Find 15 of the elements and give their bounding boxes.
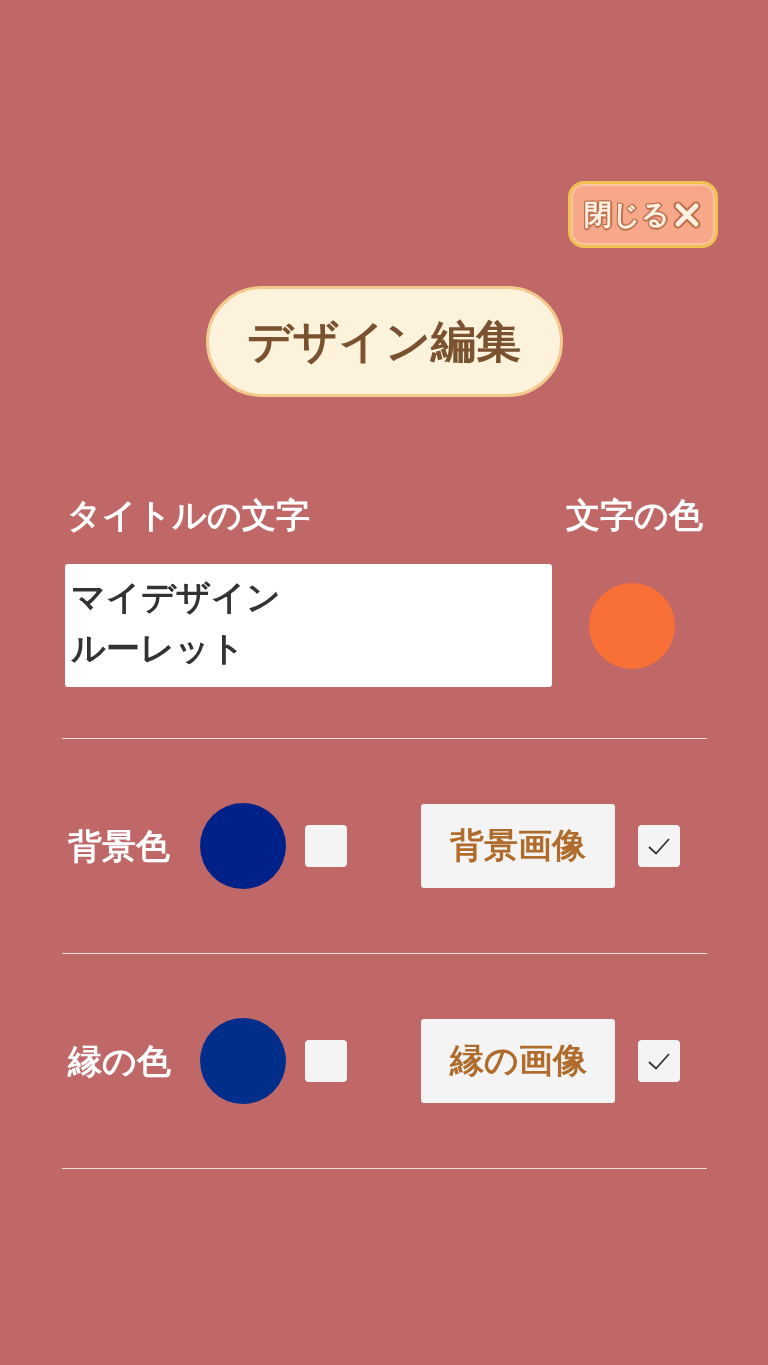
image-button[interactable]: 縁の画像: [421, 1019, 615, 1103]
image-button[interactable]: 背景画像: [421, 804, 615, 888]
checkbox[interactable]: [305, 1040, 347, 1082]
setting-label: 縁の色: [68, 1040, 172, 1082]
checkmark-icon: [648, 1052, 670, 1070]
checkmark-icon: [648, 837, 670, 855]
checkbox[interactable]: [638, 1040, 680, 1082]
field-label: タイトルの文字: [67, 495, 310, 536]
title-text-field[interactable]: マイデザインルーレット: [65, 564, 552, 687]
checkbox[interactable]: [305, 825, 347, 867]
setting-label: 背景色: [68, 825, 171, 867]
field-label: 文字の色: [566, 495, 703, 536]
close-icon: [672, 199, 702, 230]
checkbox[interactable]: [638, 825, 680, 867]
title-banner: デザイン編集: [205, 286, 563, 397]
